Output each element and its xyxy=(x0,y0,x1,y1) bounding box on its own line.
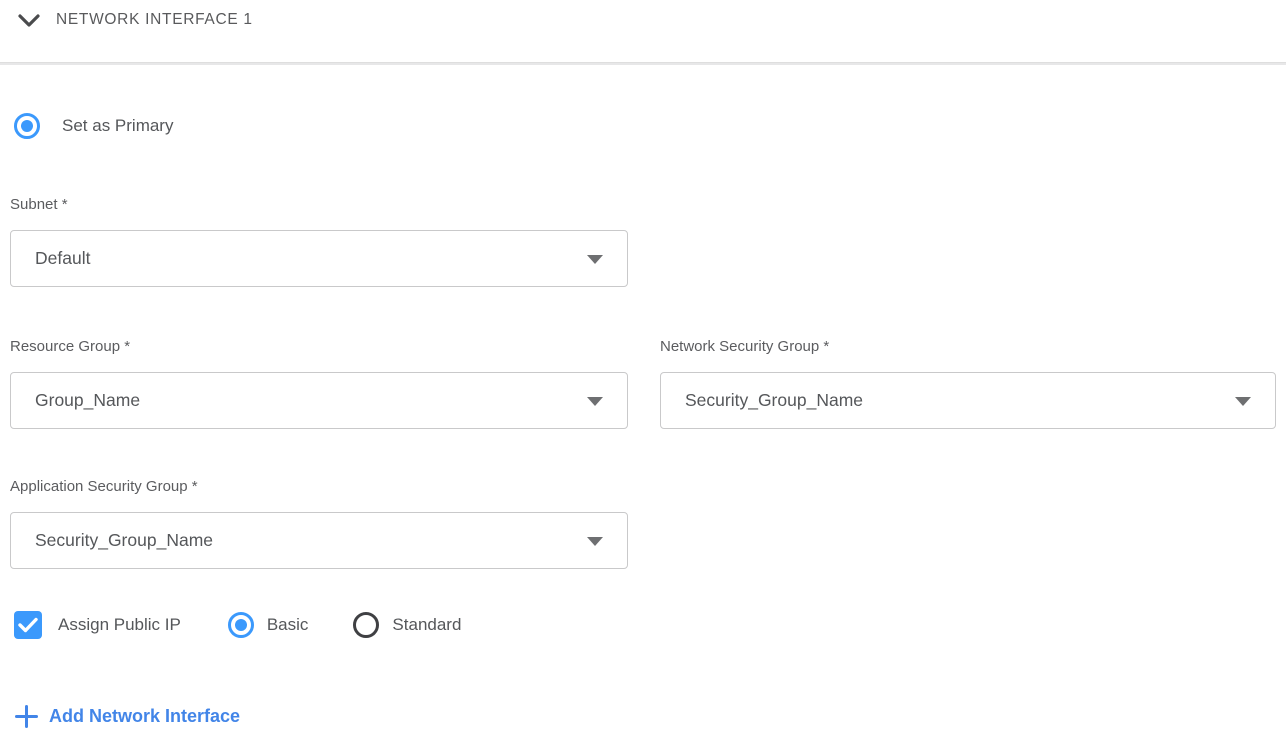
checkbox-checked-icon[interactable] xyxy=(14,611,42,639)
add-network-interface-link[interactable]: Add Network Interface xyxy=(15,702,240,730)
radio-basic-selected-icon[interactable] xyxy=(228,612,254,638)
assign-public-ip-row: Assign Public IP Basic Standard xyxy=(14,611,461,639)
subnet-select[interactable]: Default xyxy=(10,230,628,287)
add-network-interface-label: Add Network Interface xyxy=(49,706,240,727)
network-interface-form: NETWORK INTERFACE 1 Set as Primary Subne… xyxy=(0,0,1286,752)
application-security-group-select[interactable]: Security_Group_Name xyxy=(10,512,628,569)
set-as-primary-option[interactable]: Set as Primary xyxy=(14,113,173,139)
basic-option-label: Basic xyxy=(267,615,309,635)
field-network-security-group: Network Security Group * Security_Group_… xyxy=(660,338,1276,429)
radio-selected-icon[interactable] xyxy=(14,113,40,139)
caret-down-icon xyxy=(587,255,603,264)
subnet-selected-value: Default xyxy=(35,248,90,269)
field-application-security-group: Application Security Group * Security_Gr… xyxy=(10,478,628,569)
set-as-primary-label: Set as Primary xyxy=(62,116,173,136)
radio-standard-unselected-icon[interactable] xyxy=(353,612,379,638)
chevron-down-icon[interactable] xyxy=(18,13,40,29)
network-security-group-selected-value: Security_Group_Name xyxy=(685,390,863,411)
subnet-label: Subnet * xyxy=(10,196,628,213)
application-security-group-label: Application Security Group * xyxy=(10,478,628,495)
resource-group-selected-value: Group_Name xyxy=(35,390,140,411)
application-security-group-selected-value: Security_Group_Name xyxy=(35,530,213,551)
assign-public-ip-label: Assign Public IP xyxy=(58,615,181,635)
caret-down-icon xyxy=(587,537,603,546)
resource-group-label: Resource Group * xyxy=(10,338,628,355)
standard-option-label: Standard xyxy=(392,615,461,635)
resource-group-select[interactable]: Group_Name xyxy=(10,372,628,429)
caret-down-icon xyxy=(587,397,603,406)
network-security-group-label: Network Security Group * xyxy=(660,338,1276,355)
caret-down-icon xyxy=(1235,397,1251,406)
plus-icon xyxy=(15,705,38,728)
section-divider xyxy=(0,62,1286,65)
network-security-group-select[interactable]: Security_Group_Name xyxy=(660,372,1276,429)
field-subnet: Subnet * Default xyxy=(10,196,628,287)
field-resource-group: Resource Group * Group_Name xyxy=(10,338,628,429)
section-title: NETWORK INTERFACE 1 xyxy=(56,11,253,29)
